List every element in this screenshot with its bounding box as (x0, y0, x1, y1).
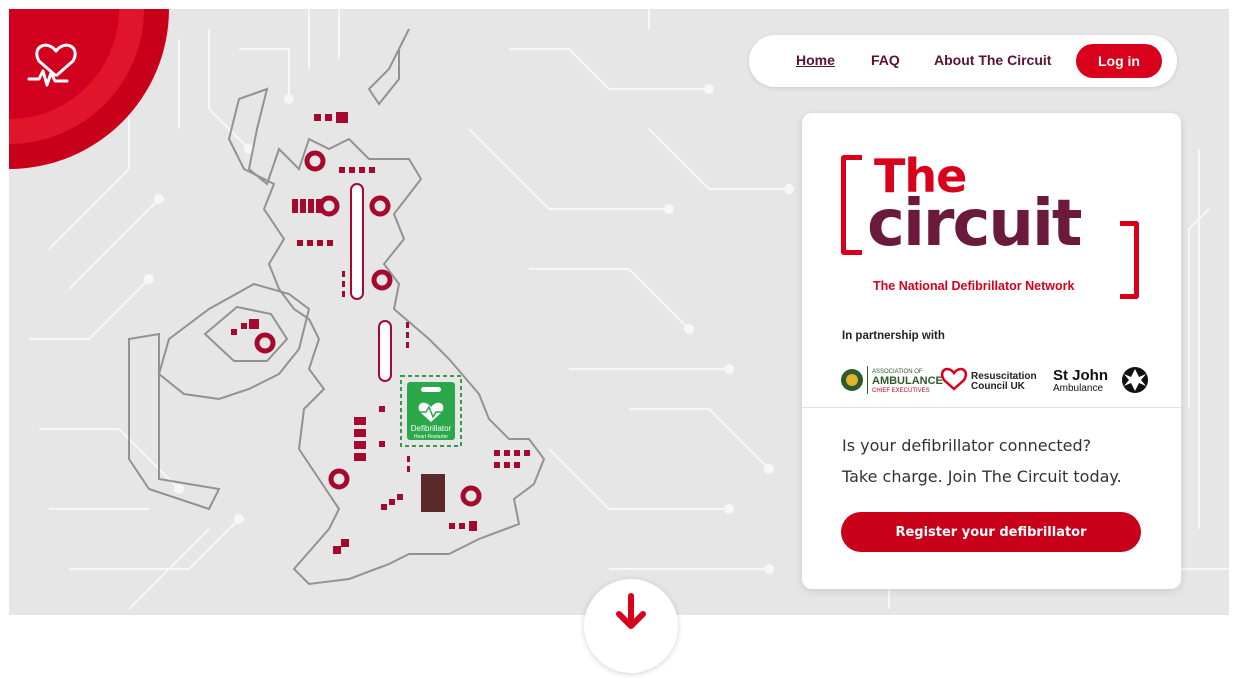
top-nav: Home FAQ About The Circuit Log in (749, 35, 1177, 87)
logo-bracket-right (1120, 221, 1139, 299)
svg-text:CHIEF EXECUTIVES: CHIEF EXECUTIVES (872, 388, 930, 394)
nav-home-link[interactable]: Home (796, 52, 835, 68)
svg-text:St John: St John (1053, 367, 1108, 384)
resuscitation-council-logo: Resuscitation Council UK (940, 367, 1037, 392)
bhf-logo[interactable] (9, 9, 169, 169)
arrow-down-icon (616, 593, 646, 629)
register-defibrillator-button[interactable]: Register your defibrillator (841, 512, 1141, 552)
scroll-down-button[interactable] (584, 579, 678, 673)
aace-logo: ASSOCIATION OF AMBULANCE CHIEF EXECUTIVE… (841, 366, 943, 394)
cta-text: Take charge. Join The Circuit today. (842, 467, 1122, 486)
connected-question: Is your defibrillator connected? (842, 436, 1092, 455)
partner-logos: ASSOCIATION OF AMBULANCE CHIEF EXECUTIVE… (841, 366, 1148, 394)
login-button[interactable]: Log in (1076, 44, 1162, 78)
defibrillator-chip-sublabel: Heart Restarter (414, 434, 449, 440)
card-divider (802, 407, 1181, 408)
logo-bracket-left (841, 155, 862, 255)
nav-about-link[interactable]: About The Circuit (934, 52, 1051, 68)
svg-text:AMBULANCE: AMBULANCE (872, 375, 943, 387)
svg-text:Ambulance: Ambulance (1053, 383, 1103, 394)
registration-card: The circuit The National Defibrillator N… (802, 113, 1181, 589)
svg-text:Council UK: Council UK (971, 381, 1026, 392)
logo-circuit: circuit (867, 187, 1082, 261)
partnership-heading: In partnership with (842, 330, 945, 342)
logo-subtitle: The National Defibrillator Network (873, 279, 1075, 293)
st-john-ambulance-logo: St John Ambulance (1053, 367, 1148, 394)
the-circuit-logo: The circuit The National Defibrillator N… (802, 113, 1181, 313)
defibrillator-chip-label: Defibrillator (411, 424, 452, 433)
nav-faq-link[interactable]: FAQ (871, 52, 900, 68)
